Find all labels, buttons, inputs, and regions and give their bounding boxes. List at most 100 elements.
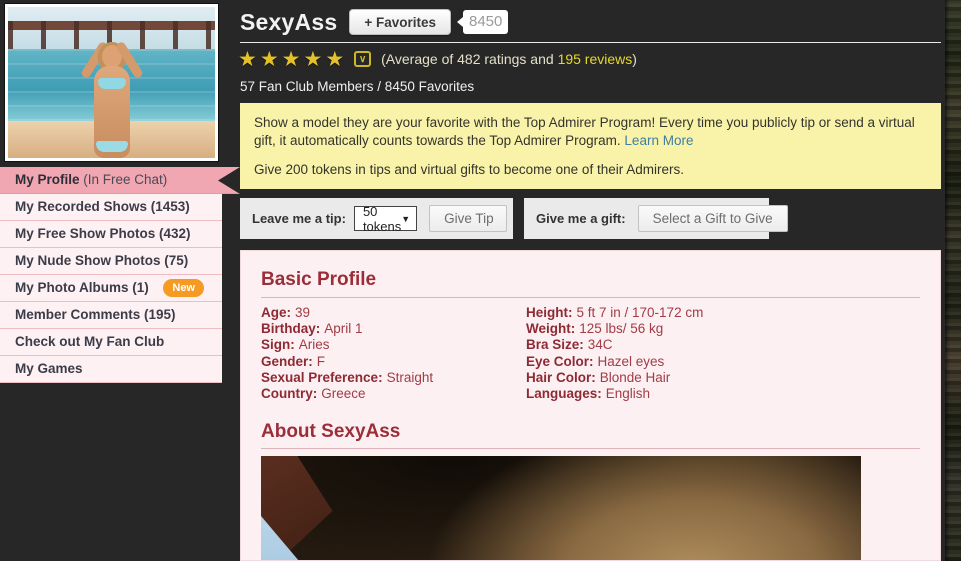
photo-bikini-top xyxy=(98,78,126,89)
profile-field: Eye Color: Hazel eyes xyxy=(526,354,703,370)
heading-rule xyxy=(261,297,920,298)
sidebar-item-label: My Games xyxy=(15,361,83,376)
profile-photo xyxy=(5,4,218,161)
basic-profile-left-column: Age: 39 Birthday: April 1 Sign: Aries Gende… xyxy=(261,305,433,402)
profile-field: Age: 39 xyxy=(261,305,433,321)
sidebar-item-label: My Photo Albums (1) xyxy=(15,280,149,295)
sidebar-item-nude-show-photos[interactable]: My Nude Show Photos (75) xyxy=(0,248,222,275)
field-label: Sign: xyxy=(261,337,295,352)
profile-field: Hair Color: Blonde Hair xyxy=(526,370,703,386)
sidebar-item-my-profile[interactable]: My Profile (In Free Chat) xyxy=(0,167,240,194)
field-value: April 1 xyxy=(324,321,362,336)
field-value: 39 xyxy=(295,305,310,320)
photo-bikini-bottom xyxy=(96,141,128,152)
tip-section: Leave me a tip: 50 tokens ▼ Give Tip xyxy=(240,198,513,239)
tip-amount-value: 50 tokens xyxy=(363,204,401,234)
sidebar-item-recorded-shows[interactable]: My Recorded Shows (1453) xyxy=(0,194,222,221)
chevron-down-icon: ▼ xyxy=(401,214,410,224)
profile-photo-scene xyxy=(8,7,215,158)
tip-label: Leave me a tip: xyxy=(252,211,346,226)
sidebar-item-my-games[interactable]: My Games xyxy=(0,356,222,383)
select-gift-button[interactable]: Select a Gift to Give xyxy=(638,205,788,232)
field-value: Greece xyxy=(321,386,365,401)
sidebar-item-label: My Recorded Shows (1453) xyxy=(15,199,190,214)
new-badge: New xyxy=(163,279,204,297)
rating-dropdown-icon[interactable]: ∨ xyxy=(354,51,371,67)
field-value: Straight xyxy=(387,370,434,385)
field-value: Blonde Hair xyxy=(600,370,671,385)
heading-rule xyxy=(261,448,920,449)
star-icon: ★ xyxy=(238,47,257,72)
background-photo-strip xyxy=(945,0,961,561)
star-icon: ★ xyxy=(303,47,322,72)
tip-amount-select[interactable]: 50 tokens ▼ xyxy=(354,206,417,231)
star-icon: ★ xyxy=(260,47,279,72)
field-value: Hazel eyes xyxy=(598,354,665,369)
profile-field: Weight: 125 lbs/ 56 kg xyxy=(526,321,703,337)
field-label: Eye Color: xyxy=(526,354,594,369)
sidebar-item-free-show-photos[interactable]: My Free Show Photos (432) xyxy=(0,221,222,248)
field-label: Age: xyxy=(261,305,291,320)
favorites-count-bubble: 8450 xyxy=(463,10,508,34)
sidebar-item-photo-albums[interactable]: My Photo Albums (1) New xyxy=(0,275,222,302)
field-value: 5 ft 7 in / 170-172 cm xyxy=(577,305,704,320)
rating-summary: (Average of 482 ratings and 195 reviews) xyxy=(381,51,637,67)
field-label: Birthday: xyxy=(261,321,320,336)
fan-club-stats: 57 Fan Club Members / 8450 Favorites xyxy=(240,79,474,94)
sidebar-item-member-comments[interactable]: Member Comments (195) xyxy=(0,302,222,329)
field-value: 125 lbs/ 56 kg xyxy=(579,321,663,336)
field-label: Sexual Preference: xyxy=(261,370,383,385)
field-label: Gender: xyxy=(261,354,313,369)
notice-text: Show a model they are your favorite with… xyxy=(254,115,915,148)
field-label: Height: xyxy=(526,305,573,320)
active-item-arrow-icon xyxy=(218,167,240,194)
admirers-line: Give 200 tokens in tips and virtual gift… xyxy=(254,161,927,179)
rating-summary-prefix: (Average of 482 ratings and xyxy=(381,51,557,67)
header-divider xyxy=(240,42,941,43)
field-value: F xyxy=(317,354,325,369)
basic-profile-heading: Basic Profile xyxy=(261,269,376,291)
sidebar-item-status: (In Free Chat) xyxy=(80,172,168,187)
rating-row: ★ ★ ★ ★ ★ ∨ (Average of 482 ratings and … xyxy=(238,47,637,71)
profile-field: Country: Greece xyxy=(261,386,433,402)
sidebar-item-fan-club[interactable]: Check out My Fan Club xyxy=(0,329,222,356)
add-favorites-button[interactable]: + Favorites xyxy=(349,9,451,35)
profile-panel: Basic Profile Age: 39 Birthday: April 1 Si… xyxy=(240,250,941,561)
top-admirer-notice: Show a model they are your favorite with… xyxy=(240,103,941,189)
sidebar-item-label: My Free Show Photos (432) xyxy=(15,226,191,241)
field-value: Aries xyxy=(299,337,330,352)
sidebar-item-label: Member Comments (195) xyxy=(15,307,176,322)
profile-field: Languages: English xyxy=(526,386,703,402)
star-icon: ★ xyxy=(282,47,301,72)
gift-section: Give me a gift: Select a Gift to Give xyxy=(524,198,769,239)
notice-paragraph: Show a model they are your favorite with… xyxy=(254,114,927,150)
sidebar-item-label: My Profile xyxy=(15,172,80,187)
field-label: Country: xyxy=(261,386,317,401)
profile-field: Bra Size:34C xyxy=(526,337,703,353)
basic-profile-right-column: Height: 5 ft 7 in / 170-172 cm Weight: 125… xyxy=(526,305,703,402)
profile-field: Gender: F xyxy=(261,354,433,370)
about-photo xyxy=(261,456,861,561)
page-title: SexyAss xyxy=(240,9,337,36)
rating-summary-suffix: ) xyxy=(632,51,637,67)
field-label: Weight: xyxy=(526,321,575,336)
star-icon: ★ xyxy=(325,47,344,72)
sidebar-item-label: Check out My Fan Club xyxy=(15,334,164,349)
field-value: 34C xyxy=(588,337,613,352)
sidebar-item-label: My Nude Show Photos (75) xyxy=(15,253,188,268)
photo-model-figure xyxy=(74,38,150,158)
header: SexyAss + Favorites 8450 xyxy=(240,6,508,38)
gift-label: Give me a gift: xyxy=(536,211,626,226)
field-label: Hair Color: xyxy=(526,370,596,385)
profile-field: Sexual Preference: Straight xyxy=(261,370,433,386)
reviews-link[interactable]: 195 reviews xyxy=(558,51,633,67)
field-label: Languages: xyxy=(526,386,602,401)
give-tip-button[interactable]: Give Tip xyxy=(429,205,507,232)
photo-model-head xyxy=(102,45,122,68)
profile-field: Sign: Aries xyxy=(261,337,433,353)
field-value: English xyxy=(606,386,650,401)
profile-field: Height: 5 ft 7 in / 170-172 cm xyxy=(526,305,703,321)
about-heading: About SexyAss xyxy=(261,421,400,443)
profile-field: Birthday: April 1 xyxy=(261,321,433,337)
learn-more-link[interactable]: Learn More xyxy=(624,133,693,148)
